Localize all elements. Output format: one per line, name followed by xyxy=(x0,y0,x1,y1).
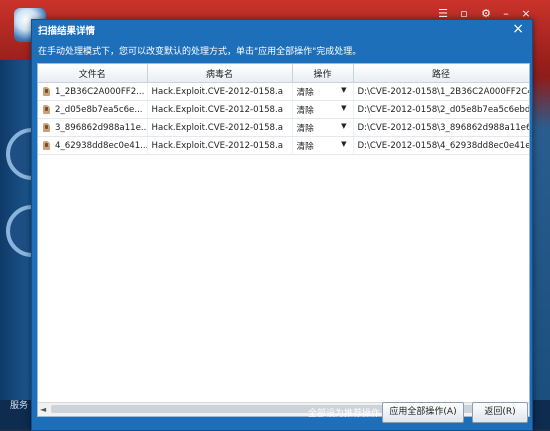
column-header-action[interactable]: 操作 xyxy=(292,64,354,83)
dropdown-caret-icon[interactable]: ▼ xyxy=(341,122,346,134)
virus-name: Hack.Exploit.CVE-2012-0158.a xyxy=(147,118,293,137)
dialog-title: 扫描结果详情 xyxy=(38,26,96,37)
file-path: D:\CVE-2012-0158\3_896862d988a11e660 xyxy=(353,118,529,137)
action-dropdown[interactable]: 清除 ▼ xyxy=(297,86,353,98)
file-path: D:\CVE-2012-0158\1_2B36C2A000FF2C438 xyxy=(353,82,529,101)
action-dropdown[interactable]: 清除 ▼ xyxy=(297,140,353,152)
results-table: 文件名 病毒名 操作 路径 1_2B36C2A000FF2... Hack.Ex… xyxy=(37,63,530,417)
virus-name: Hack.Exploit.CVE-2012-0158.a xyxy=(147,136,293,155)
apply-all-button[interactable]: 应用全部操作(A) xyxy=(382,402,464,423)
file-name: 1_2B36C2A000FF2... xyxy=(55,86,145,97)
virus-name: Hack.Exploit.CVE-2012-0158.a xyxy=(147,100,293,119)
dropdown-caret-icon[interactable]: ▼ xyxy=(341,86,346,98)
background-status-text: 服务 xyxy=(10,401,29,411)
table-row[interactable]: 1_2B36C2A000FF2... Hack.Exploit.CVE-2012… xyxy=(38,82,529,101)
action-value: 清除 xyxy=(296,123,314,134)
file-path: D:\CVE-2012-0158\2_d05e8b7ea5c6ebd3f xyxy=(353,100,529,119)
column-header-virus[interactable]: 病毒名 xyxy=(147,64,293,83)
action-dropdown[interactable]: 清除 ▼ xyxy=(297,122,353,134)
dialog-subtitle: 在手动处理模式下，您可以改变默认的处理方式，单击"应用全部操作"完成处理。 xyxy=(38,47,362,57)
column-header-path[interactable]: 路径 xyxy=(353,64,529,83)
set-recommended-link[interactable]: 全部设为推荐操作 xyxy=(308,406,380,419)
dropdown-caret-icon[interactable]: ▼ xyxy=(341,104,346,116)
back-button[interactable]: 返回(R) xyxy=(472,402,528,423)
action-value: 清除 xyxy=(296,141,314,152)
table-row[interactable]: 4_62938dd8ec0e41... Hack.Exploit.CVE-201… xyxy=(38,136,529,155)
scan-results-dialog: 扫描结果详情 × 在手动处理模式下，您可以改变默认的处理方式，单击"应用全部操作… xyxy=(31,19,533,431)
close-icon[interactable]: × xyxy=(512,21,524,37)
file-name: 2_d05e8b7ea5c6e... xyxy=(55,104,143,115)
infected-file-icon xyxy=(42,86,51,97)
infected-file-icon xyxy=(42,140,51,151)
column-header-filename[interactable]: 文件名 xyxy=(38,64,148,83)
infected-file-icon xyxy=(42,104,51,115)
scroll-left-icon[interactable]: ◄ xyxy=(40,405,46,414)
action-value: 清除 xyxy=(296,105,314,116)
table-row[interactable]: 2_d05e8b7ea5c6e... Hack.Exploit.CVE-2012… xyxy=(38,100,529,119)
action-value: 清除 xyxy=(296,87,314,98)
file-name: 3_896862d988a11e... xyxy=(55,122,147,133)
dropdown-caret-icon[interactable]: ▼ xyxy=(341,140,346,152)
file-name: 4_62938dd8ec0e41... xyxy=(55,140,147,151)
table-header-row: 文件名 病毒名 操作 路径 xyxy=(38,64,529,83)
infected-file-icon xyxy=(42,122,51,133)
action-dropdown[interactable]: 清除 ▼ xyxy=(297,104,353,116)
table-row[interactable]: 3_896862d988a11e... Hack.Exploit.CVE-201… xyxy=(38,118,529,137)
file-path: D:\CVE-2012-0158\4_62938dd8ec0e41ec3 xyxy=(353,136,529,155)
virus-name: Hack.Exploit.CVE-2012-0158.a xyxy=(147,82,293,101)
